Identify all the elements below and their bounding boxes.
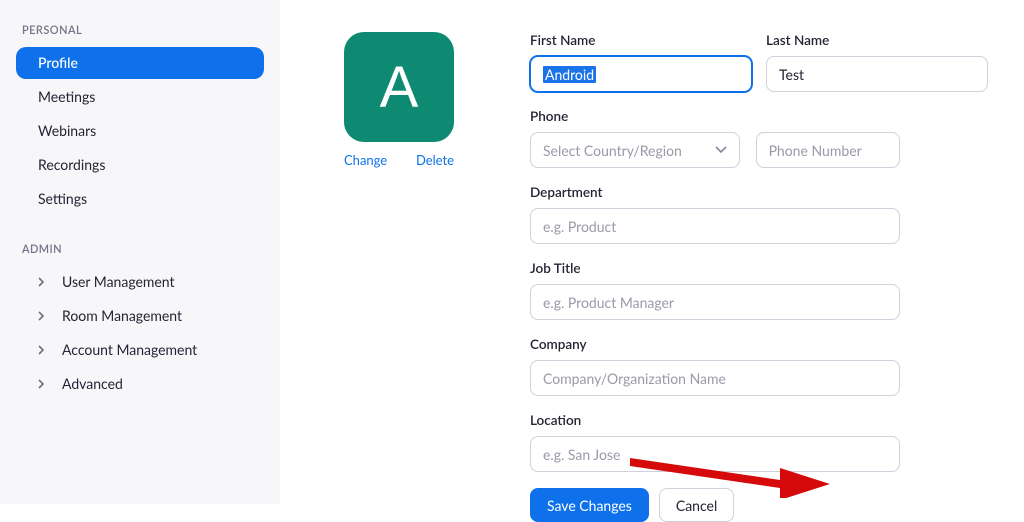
company-placeholder: Company/Organization Name bbox=[543, 370, 726, 387]
location-field: Location e.g. San Jose bbox=[530, 412, 988, 472]
avatar-change-link[interactable]: Change bbox=[344, 152, 387, 168]
profile-form: First Name Android Last Name Test Phone bbox=[530, 32, 988, 522]
sidebar-item-advanced[interactable]: Advanced bbox=[16, 368, 264, 400]
main-content: A Change Delete First Name Android Last … bbox=[280, 0, 1024, 504]
sidebar-item-label: Profile bbox=[38, 56, 78, 70]
phone-field: Phone Select Country/Region Phone Number bbox=[530, 108, 988, 168]
sidebar-item-label: Settings bbox=[38, 192, 87, 206]
form-actions: Save Changes Cancel bbox=[530, 488, 988, 522]
location-input[interactable]: e.g. San Jose bbox=[530, 436, 900, 472]
cancel-label: Cancel bbox=[676, 497, 717, 514]
avatar-letter: A bbox=[380, 54, 419, 121]
sidebar-item-user-management[interactable]: User Management bbox=[16, 266, 264, 298]
jobtitle-field: Job Title e.g. Product Manager bbox=[530, 260, 988, 320]
department-input[interactable]: e.g. Product bbox=[530, 208, 900, 244]
avatar[interactable]: A bbox=[344, 32, 454, 142]
sidebar-item-meetings[interactable]: Meetings bbox=[16, 81, 264, 113]
sidebar-item-label: Webinars bbox=[38, 124, 96, 138]
phone-number-placeholder: Phone Number bbox=[769, 142, 862, 159]
sidebar-section-admin: ADMIN bbox=[22, 243, 264, 256]
sidebar: PERSONAL Profile Meetings Webinars Recor… bbox=[0, 0, 280, 504]
cancel-button[interactable]: Cancel bbox=[659, 488, 734, 522]
first-name-value: Android bbox=[543, 66, 596, 83]
phone-label: Phone bbox=[530, 108, 988, 124]
sidebar-item-label: Room Management bbox=[62, 309, 182, 323]
jobtitle-label: Job Title bbox=[530, 260, 988, 276]
company-field: Company Company/Organization Name bbox=[530, 336, 988, 396]
department-label: Department bbox=[530, 184, 988, 200]
last-name-input[interactable]: Test bbox=[766, 56, 988, 92]
department-placeholder: e.g. Product bbox=[543, 218, 616, 235]
first-name-field: First Name Android bbox=[530, 32, 752, 92]
sidebar-section-personal: PERSONAL bbox=[22, 24, 264, 37]
first-name-label: First Name bbox=[530, 32, 752, 48]
company-input[interactable]: Company/Organization Name bbox=[530, 360, 900, 396]
jobtitle-input[interactable]: e.g. Product Manager bbox=[530, 284, 900, 320]
sidebar-item-label: Account Management bbox=[62, 343, 197, 357]
sidebar-item-label: Meetings bbox=[38, 90, 95, 104]
sidebar-item-label: User Management bbox=[62, 275, 175, 289]
phone-number-input[interactable]: Phone Number bbox=[756, 132, 900, 168]
last-name-label: Last Name bbox=[766, 32, 988, 48]
avatar-links: Change Delete bbox=[344, 152, 454, 168]
avatar-delete-link[interactable]: Delete bbox=[416, 152, 454, 168]
sidebar-item-account-management[interactable]: Account Management bbox=[16, 334, 264, 366]
sidebar-item-room-management[interactable]: Room Management bbox=[16, 300, 264, 332]
save-label: Save Changes bbox=[547, 497, 632, 514]
sidebar-item-recordings[interactable]: Recordings bbox=[16, 149, 264, 181]
location-label: Location bbox=[530, 412, 988, 428]
chevron-right-icon bbox=[38, 311, 52, 321]
chevron-right-icon bbox=[38, 379, 52, 389]
avatar-block: A Change Delete bbox=[344, 32, 454, 522]
company-label: Company bbox=[530, 336, 988, 352]
save-changes-button[interactable]: Save Changes bbox=[530, 488, 649, 522]
phone-country-placeholder: Select Country/Region bbox=[543, 142, 682, 159]
last-name-field: Last Name Test bbox=[766, 32, 988, 92]
chevron-right-icon bbox=[38, 277, 52, 287]
first-name-input[interactable]: Android bbox=[530, 56, 752, 92]
sidebar-item-label: Recordings bbox=[38, 158, 105, 172]
location-placeholder: e.g. San Jose bbox=[543, 446, 620, 463]
last-name-value: Test bbox=[779, 66, 804, 83]
sidebar-item-settings[interactable]: Settings bbox=[16, 183, 264, 215]
department-field: Department e.g. Product bbox=[530, 184, 988, 244]
sidebar-item-profile[interactable]: Profile bbox=[16, 47, 264, 79]
sidebar-item-label: Advanced bbox=[62, 377, 123, 391]
chevron-down-icon bbox=[715, 146, 727, 154]
chevron-right-icon bbox=[38, 345, 52, 355]
phone-country-select[interactable]: Select Country/Region bbox=[530, 132, 740, 168]
sidebar-item-webinars[interactable]: Webinars bbox=[16, 115, 264, 147]
jobtitle-placeholder: e.g. Product Manager bbox=[543, 294, 674, 311]
